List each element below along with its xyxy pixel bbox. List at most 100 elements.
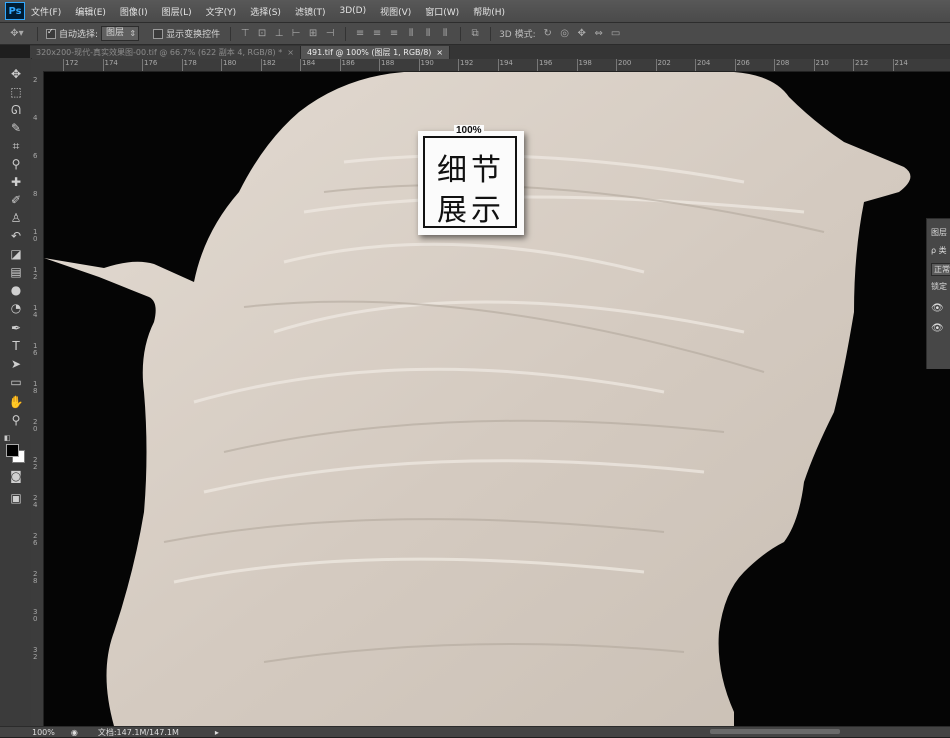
ruler-tick [497, 59, 499, 71]
show-transform-option[interactable]: 显示变换控件 [153, 27, 220, 40]
options-bar: ✥▾ 自动选择: 图层 显示变换控件 ⊤ ⊡ ⊥ ⊢ ⊞ ⊣ ≡ ≡ ≡ ⦀ ⦀… [0, 23, 950, 45]
eyedropper-tool-icon[interactable]: ⚲ [6, 156, 26, 172]
hand-tool-icon[interactable]: ✋ [6, 394, 26, 410]
divider [230, 26, 232, 41]
healing-brush-tool-icon[interactable]: ✚ [6, 174, 26, 190]
ruler-tick-label: 206 [736, 59, 750, 67]
menu-window[interactable]: 窗口(W) [425, 5, 459, 18]
ruler-tick [418, 59, 420, 71]
ruler-tick [695, 59, 696, 71]
align-top-icon[interactable]: ⊤ [239, 28, 251, 39]
quick-select-tool-icon[interactable]: ✎ [6, 120, 26, 136]
distribute-hcenter-icon[interactable]: ⦀ [422, 28, 434, 39]
3d-roll-icon[interactable]: ◎ [559, 28, 571, 39]
lasso-tool-icon[interactable]: ᘏ [6, 102, 26, 118]
3d-slide-icon[interactable]: ⇔ [593, 28, 605, 39]
auto-align-layers-icon[interactable]: ⧉ [469, 28, 481, 39]
ruler-tick-label: 10 [33, 228, 38, 243]
eye-icon[interactable]: 👁 [931, 303, 944, 314]
auto-select-checkbox[interactable] [46, 27, 56, 39]
document-canvas[interactable]: 100% 细节 展示 [44, 72, 950, 726]
align-hcenter-icon[interactable]: ⊞ [307, 28, 319, 39]
distribute-right-icon[interactable]: ⦀ [439, 28, 451, 39]
badge-line-2: 展示 [437, 193, 505, 228]
foreground-color-swatch[interactable] [6, 444, 19, 457]
crop-tool-icon[interactable]: ⌗ [6, 138, 26, 154]
brush-tool-icon[interactable]: ✐ [6, 192, 26, 208]
ruler-tick-label: 178 [183, 59, 197, 67]
align-left-icon[interactable]: ⊢ [290, 28, 302, 39]
status-menu-arrow-icon[interactable]: ▸ [215, 728, 219, 737]
menu-3d[interactable]: 3D(D) [339, 6, 366, 16]
ruler-tick-label: 16 [33, 342, 38, 357]
vertical-ruler[interactable]: 2 4 6 8 10 12 14 16 18 20 22 24 26 28 30 32 [31, 71, 44, 726]
ruler-tick-label: 2 [33, 76, 38, 84]
clone-stamp-tool-icon[interactable]: ♙ [6, 210, 26, 226]
tab-document-2[interactable]: 491.tif @ 100% (图层 1, RGB/8) × [300, 46, 451, 59]
menu-type[interactable]: 文字(Y) [206, 5, 237, 18]
3d-scale-icon[interactable]: ▭ [610, 28, 622, 39]
ruler-tick [537, 59, 538, 71]
distribute-bottom-icon[interactable]: ≡ [388, 28, 400, 39]
ruler-tick-label: 26 [33, 532, 38, 547]
horizontal-ruler[interactable]: 172 174 176 178 180 182 184 186 188 190 192 194 196 1… [43, 59, 950, 72]
gradient-tool-icon[interactable]: ▤ [6, 264, 26, 280]
layer-filter-kind[interactable]: ρ 类 [931, 245, 947, 256]
menu-filter[interactable]: 滤镜(T) [295, 5, 326, 18]
align-vcenter-icon[interactable]: ⊡ [256, 28, 268, 39]
distribute-left-icon[interactable]: ⦀ [405, 28, 417, 39]
menu-view[interactable]: 视图(V) [380, 5, 411, 18]
ruler-tick-label: 14 [33, 304, 38, 319]
badge-line-1: 细节 [437, 153, 505, 188]
zoom-tool-icon[interactable]: ⚲ [6, 412, 26, 428]
quick-mask-icon[interactable]: ◙ [6, 468, 26, 484]
path-select-tool-icon[interactable]: ➤ [6, 356, 26, 372]
menu-help[interactable]: 帮助(H) [473, 5, 505, 18]
move-tool-icon[interactable]: ✥ [6, 66, 26, 82]
auto-select-option[interactable]: 自动选择: 图层 [46, 26, 140, 41]
layers-panel-title[interactable]: 图层 [931, 227, 947, 238]
menu-edit[interactable]: 编辑(E) [75, 5, 106, 18]
ruler-tick-label: 30 [33, 608, 38, 623]
horizontal-scrollbar[interactable] [710, 729, 840, 734]
blend-mode-dropdown[interactable]: 正常 [931, 263, 950, 276]
rectangle-tool-icon[interactable]: ▭ [6, 374, 26, 390]
close-icon[interactable]: × [287, 48, 294, 57]
pen-tool-icon[interactable]: ✒ [6, 320, 26, 336]
ruler-tick-label: 172 [65, 59, 79, 67]
ruler-tick-label: 190 [420, 59, 434, 67]
divider [490, 26, 492, 41]
tab-document-1[interactable]: 320x200-现代-真实效果图-00.tif @ 66.7% (622 副本 … [30, 46, 301, 59]
close-icon[interactable]: × [436, 48, 443, 57]
distribute-top-icon[interactable]: ≡ [354, 28, 366, 39]
3d-rotate-icon[interactable]: ↻ [542, 28, 554, 39]
menu-layer[interactable]: 图层(L) [162, 5, 192, 18]
status-info-icon[interactable]: ◉ [71, 728, 78, 737]
ruler-tick [339, 59, 341, 71]
3d-pan-icon[interactable]: ✥ [576, 28, 588, 39]
history-brush-tool-icon[interactable]: ↶ [6, 228, 26, 244]
type-tool-icon[interactable]: T [6, 338, 26, 354]
default-colors-icon[interactable]: ◧ [4, 434, 11, 442]
document-tab-bar: 320x200-现代-真实效果图-00.tif @ 66.7% (622 副本 … [30, 45, 950, 59]
screen-mode-icon[interactable]: ▣ [6, 490, 26, 506]
marquee-tool-icon[interactable]: ⬚ [6, 84, 26, 100]
align-right-icon[interactable]: ⊣ [324, 28, 336, 39]
menu-file[interactable]: 文件(F) [31, 5, 61, 18]
menu-image[interactable]: 图像(I) [120, 5, 148, 18]
move-tool-preset-icon[interactable]: ✥▾ [6, 28, 28, 39]
show-transform-checkbox[interactable] [153, 28, 164, 39]
zoom-level[interactable]: 100% [32, 728, 55, 737]
ruler-tick-label: 176 [144, 59, 158, 67]
eye-icon[interactable]: 👁 [931, 323, 944, 334]
distribute-vcenter-icon[interactable]: ≡ [371, 28, 383, 39]
eraser-tool-icon[interactable]: ◪ [6, 246, 26, 262]
ruler-tick-label: 192 [460, 59, 474, 67]
auto-select-target-dropdown[interactable]: 图层 [101, 26, 140, 41]
ruler-tick [260, 59, 262, 71]
divider [345, 26, 347, 41]
dodge-tool-icon[interactable]: ◔ [6, 300, 26, 316]
blur-tool-icon[interactable]: ● [6, 282, 26, 298]
menu-select[interactable]: 选择(S) [250, 5, 281, 18]
align-bottom-icon[interactable]: ⊥ [273, 28, 285, 39]
